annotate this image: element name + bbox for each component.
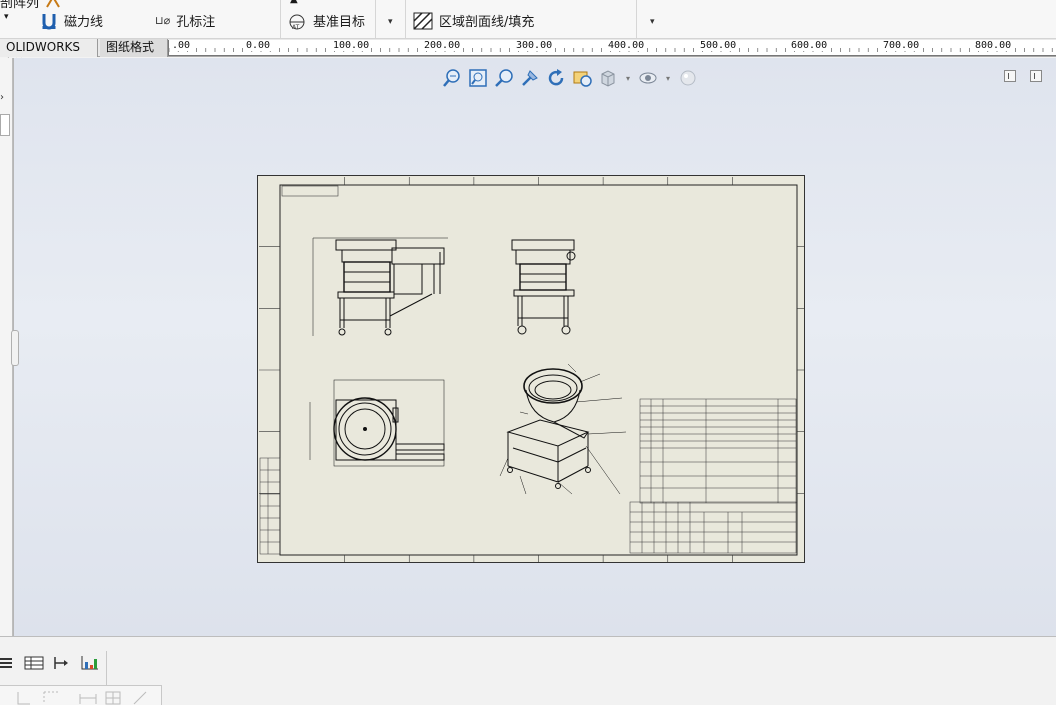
isometric-view bbox=[499, 363, 627, 495]
datum-target-label: 基准目标 bbox=[313, 15, 366, 30]
ribbon-overflow-dropdown[interactable]: ▾ bbox=[650, 17, 655, 27]
datum-target-button[interactable]: AT 基准目标 bbox=[287, 11, 365, 30]
drawing-sheet-graphics bbox=[259, 177, 805, 563]
area-hatch-button[interactable]: 区域剖面线/填充 bbox=[413, 11, 534, 30]
hole-callout-button[interactable]: ⊔⌀ 孔标注 bbox=[155, 11, 215, 30]
linear-pattern-button[interactable]: 剖阵列 bbox=[0, 0, 61, 11]
magnet-line-button[interactable]: 磁力线 bbox=[40, 11, 103, 30]
ruler-label: 400.00 bbox=[607, 40, 646, 51]
ruler-label: 500.00 bbox=[699, 40, 738, 51]
chevron-down-icon[interactable]: ▾ bbox=[623, 67, 633, 89]
sketch-tools-row bbox=[0, 685, 162, 705]
list-icon[interactable] bbox=[0, 655, 16, 671]
hide-show-icon[interactable] bbox=[637, 67, 659, 89]
bottom-toolbar bbox=[0, 636, 1056, 705]
ribbon-separator bbox=[375, 0, 376, 38]
ribbon-separator bbox=[405, 0, 406, 38]
hole-callout-label: 孔标注 bbox=[176, 15, 216, 30]
flip-icon[interactable] bbox=[52, 655, 72, 671]
ruler-label: .00 bbox=[171, 40, 192, 51]
bottom-toolbar-group bbox=[0, 655, 100, 671]
heads-up-view-toolbar: ▾ ▾ bbox=[441, 66, 699, 90]
ruler-label: 100.00 bbox=[332, 40, 371, 51]
ruler-label: 200.00 bbox=[423, 40, 462, 51]
zoom-to-area-icon[interactable] bbox=[467, 67, 489, 89]
linear-pattern-label: 剖阵列 bbox=[0, 0, 40, 11]
pan-icon[interactable] bbox=[519, 67, 541, 89]
hatch-icon bbox=[413, 11, 433, 30]
ruler-label: 0.00 bbox=[245, 40, 272, 51]
front-view bbox=[312, 237, 448, 336]
ruler-label: 300.00 bbox=[515, 40, 554, 51]
splitter-grip[interactable] bbox=[11, 330, 19, 366]
zone-marks bbox=[259, 177, 805, 563]
drawing-sheet[interactable] bbox=[257, 175, 805, 563]
appearance-icon[interactable] bbox=[677, 67, 699, 89]
display-style-icon[interactable] bbox=[597, 67, 619, 89]
side-view bbox=[511, 239, 576, 335]
triangle-icon: ▲ bbox=[290, 0, 298, 5]
ruler-label: 800.00 bbox=[974, 40, 1013, 51]
tile-right-icon[interactable] bbox=[1030, 70, 1042, 82]
ribbon-separator bbox=[636, 0, 637, 38]
command-ribbon: 剖阵列 ▾ 磁力线 ⊔⌀ 孔标注 ▲ AT 基准目标 ▾ bbox=[0, 0, 1056, 39]
svg-text:AT: AT bbox=[292, 24, 300, 30]
top-view bbox=[309, 379, 445, 467]
ribbon-dropdown-left[interactable]: ▾ bbox=[4, 12, 9, 22]
tab-solidworks-addins[interactable]: OLIDWORKS 插件 bbox=[0, 39, 98, 71]
panel-tab[interactable] bbox=[0, 114, 10, 136]
window-controls bbox=[1004, 70, 1042, 82]
redraw-icon[interactable] bbox=[571, 67, 593, 89]
tab-sheet-format[interactable]: 图纸格式 bbox=[100, 39, 168, 57]
ruler-label: 600.00 bbox=[790, 40, 829, 51]
top-left-title-box bbox=[281, 185, 339, 197]
pattern-icon bbox=[46, 0, 60, 8]
chevron-right-icon[interactable]: › bbox=[0, 92, 4, 103]
rotate-icon[interactable] bbox=[545, 67, 567, 89]
zoom-in-out-icon[interactable] bbox=[493, 67, 515, 89]
magnet-icon bbox=[42, 13, 56, 29]
left-revision-block bbox=[259, 457, 281, 555]
toolbar-separator bbox=[106, 651, 107, 685]
ruler-label: 700.00 bbox=[882, 40, 921, 51]
chart-icon[interactable] bbox=[80, 655, 100, 671]
area-hatch-label: 区域剖面线/填充 bbox=[439, 15, 535, 30]
more-annotations-dropdown[interactable]: ▾ bbox=[388, 17, 393, 27]
disabled-sketch-icons bbox=[17, 691, 147, 705]
zoom-to-fit-icon[interactable] bbox=[441, 67, 463, 89]
hole-callout-icon: ⊔⌀ bbox=[155, 14, 171, 27]
chevron-down-icon[interactable]: ▾ bbox=[663, 67, 673, 89]
bom-table bbox=[639, 398, 797, 504]
datum-feature-button[interactable]: ▲ bbox=[290, 0, 298, 5]
horizontal-ruler: .00 0.00 100.00 200.00 300.00 400.00 500… bbox=[168, 40, 1056, 56]
table-icon[interactable] bbox=[24, 655, 44, 671]
tile-left-icon[interactable] bbox=[1004, 70, 1016, 82]
magnet-line-label: 磁力线 bbox=[64, 15, 104, 30]
ribbon-separator bbox=[280, 0, 281, 38]
datum-target-icon: AT bbox=[289, 14, 305, 30]
title-block bbox=[629, 501, 797, 554]
solidworks-window: 剖阵列 ▾ 磁力线 ⊔⌀ 孔标注 ▲ AT 基准目标 ▾ bbox=[0, 0, 1056, 705]
